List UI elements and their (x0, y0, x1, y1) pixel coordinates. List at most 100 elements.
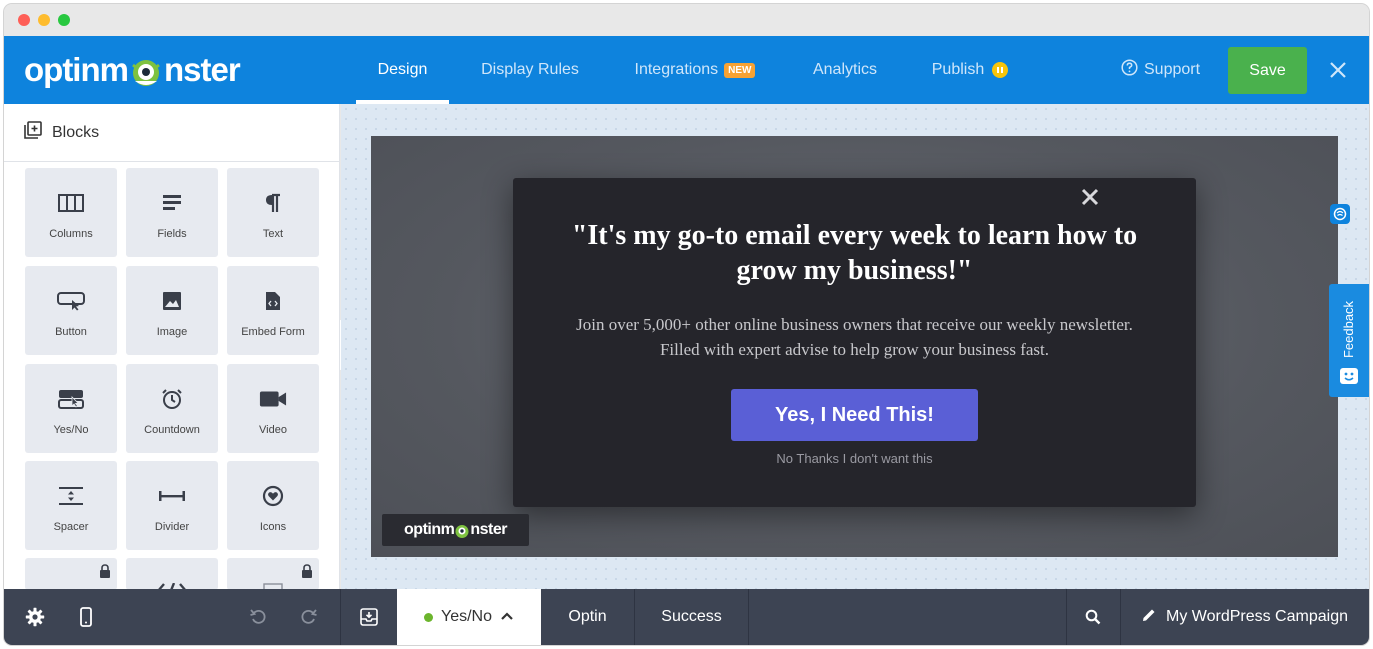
view-tab-optin-label: Optin (568, 608, 607, 625)
tab-design-label: Design (377, 61, 428, 78)
help-circle-icon (1121, 59, 1138, 81)
new-badge: NEW (724, 62, 756, 78)
optin-popup[interactable]: "It's my go-to email every week to learn… (513, 178, 1196, 507)
blocks-title: Blocks (52, 123, 100, 141)
campaign-preview: "It's my go-to email every week to learn… (371, 136, 1338, 557)
toolbar-divider (748, 589, 749, 645)
pencil-icon (1142, 608, 1156, 627)
view-tab-optin[interactable]: Optin (541, 589, 634, 645)
block-countdown[interactable]: Countdown (126, 364, 218, 453)
chevron-up-icon (500, 608, 514, 626)
redo-icon[interactable] (299, 607, 319, 627)
block-spacer[interactable]: Spacer (25, 461, 117, 550)
tab-publish-label: Publish (931, 61, 985, 78)
block-label: Divider (154, 521, 190, 533)
blocks-header: Blocks (4, 104, 339, 162)
block-label: Embed Form (241, 326, 305, 338)
view-tab-yes-no-label: Yes/No (441, 608, 492, 625)
tab-display-rules-label: Display Rules (481, 61, 579, 78)
icons-icon (259, 483, 287, 509)
block-locked-2[interactable] (227, 558, 319, 594)
block-label: Button (55, 326, 87, 338)
bottom-toolbar-left (4, 589, 340, 645)
lock-icon (301, 564, 313, 578)
blocks-sidebar: Blocks Columns Fields Text Button Image … (4, 104, 340, 597)
embed-form-icon (259, 288, 287, 314)
powered-by-logo[interactable]: optinm nster (382, 514, 529, 546)
logo-text-right: nster (163, 51, 241, 88)
mobile-preview-icon[interactable] (76, 607, 96, 627)
smiley-icon (1339, 367, 1359, 385)
tab-analytics[interactable]: Analytics (800, 36, 890, 104)
block-text[interactable]: Text (227, 168, 319, 257)
view-tab-yes-no[interactable]: Yes/No (397, 589, 541, 645)
block-html[interactable] (126, 558, 218, 594)
fields-icon (158, 190, 186, 216)
block-label: Video (259, 424, 287, 436)
monster-logo-icon (129, 55, 163, 89)
monster-small-icon (454, 523, 470, 539)
campaign-name: My WordPress Campaign (1166, 608, 1348, 625)
block-columns[interactable]: Columns (25, 168, 117, 257)
feedback-tab[interactable]: Feedback (1329, 284, 1369, 397)
cta-yes-button[interactable]: Yes, I Need This! (731, 389, 978, 441)
tab-design[interactable]: Design (356, 36, 449, 104)
app-window: optinm nster Design Display Rules Integr… (4, 4, 1369, 645)
block-locked-1[interactable] (25, 558, 117, 597)
tab-integrations-label: Integrations (634, 61, 719, 78)
window-close-button[interactable] (18, 14, 30, 26)
block-icons[interactable]: Icons (227, 461, 319, 550)
block-label: Fields (157, 228, 187, 240)
button-icon (57, 288, 85, 314)
design-canvas: "It's my go-to email every week to learn… (341, 104, 1369, 589)
block-image[interactable]: Image (126, 266, 218, 355)
block-embed-form[interactable]: Embed Form (227, 266, 319, 355)
campaign-name-editor[interactable]: My WordPress Campaign (1120, 589, 1348, 645)
footer-logo-right: nster (470, 521, 507, 538)
tab-publish[interactable]: Publish (922, 36, 1018, 104)
block-label: Columns (49, 228, 93, 240)
block-button[interactable]: Button (25, 266, 117, 355)
feedback-label: Feedback (1341, 300, 1357, 358)
popup-headline[interactable]: "It's my go-to email every week to learn… (543, 218, 1166, 288)
bottom-toolbar: Yes/No Optin Success My WordPress Campai… (4, 589, 1369, 645)
settings-gear-icon[interactable] (25, 607, 45, 627)
tab-integrations[interactable]: Integrations NEW (624, 36, 766, 104)
templates-inbox-icon[interactable] (359, 607, 379, 627)
support-link[interactable]: Support (1121, 36, 1200, 104)
close-builder-icon[interactable] (1328, 60, 1348, 80)
block-label: Text (262, 228, 284, 240)
block-label: Spacer (53, 521, 89, 533)
pause-status-icon (992, 62, 1009, 78)
popup-close-icon[interactable] (1079, 186, 1101, 208)
tab-analytics-label: Analytics (812, 61, 878, 78)
divider-icon (158, 483, 186, 509)
yes-no-icon (57, 386, 85, 412)
block-label: Icons (259, 521, 287, 533)
title-bar (4, 4, 1369, 36)
popup-subtext[interactable]: Join over 5,000+ other online business o… (543, 312, 1166, 362)
decline-link[interactable]: No Thanks I don't want this (513, 451, 1196, 466)
block-label: Yes/No (53, 424, 89, 436)
window-maximize-button[interactable] (58, 14, 70, 26)
save-button[interactable]: Save (1228, 47, 1307, 94)
block-fields[interactable]: Fields (126, 168, 218, 257)
block-label: Countdown (144, 424, 200, 436)
undo-icon[interactable] (248, 607, 268, 627)
popup-subtext-line-1: Join over 5,000+ other online business o… (576, 315, 1133, 334)
search-icon[interactable] (1083, 607, 1103, 627)
optinmonster-logo[interactable]: optinm nster (24, 50, 241, 90)
assistant-badge-icon[interactable] (1330, 204, 1350, 224)
view-tab-success[interactable]: Success (635, 589, 748, 645)
active-status-dot (424, 612, 433, 622)
block-divider[interactable]: Divider (126, 461, 218, 550)
footer-logo-left: optinm (404, 521, 455, 538)
top-navigation: optinm nster Design Display Rules Integr… (4, 36, 1369, 104)
tab-display-rules[interactable]: Display Rules (470, 36, 590, 104)
window-minimize-button[interactable] (38, 14, 50, 26)
block-video[interactable]: Video (227, 364, 319, 453)
image-icon (158, 288, 186, 314)
blocks-add-icon (24, 121, 42, 144)
columns-icon (57, 190, 85, 216)
block-yes-no[interactable]: Yes/No (25, 364, 117, 453)
